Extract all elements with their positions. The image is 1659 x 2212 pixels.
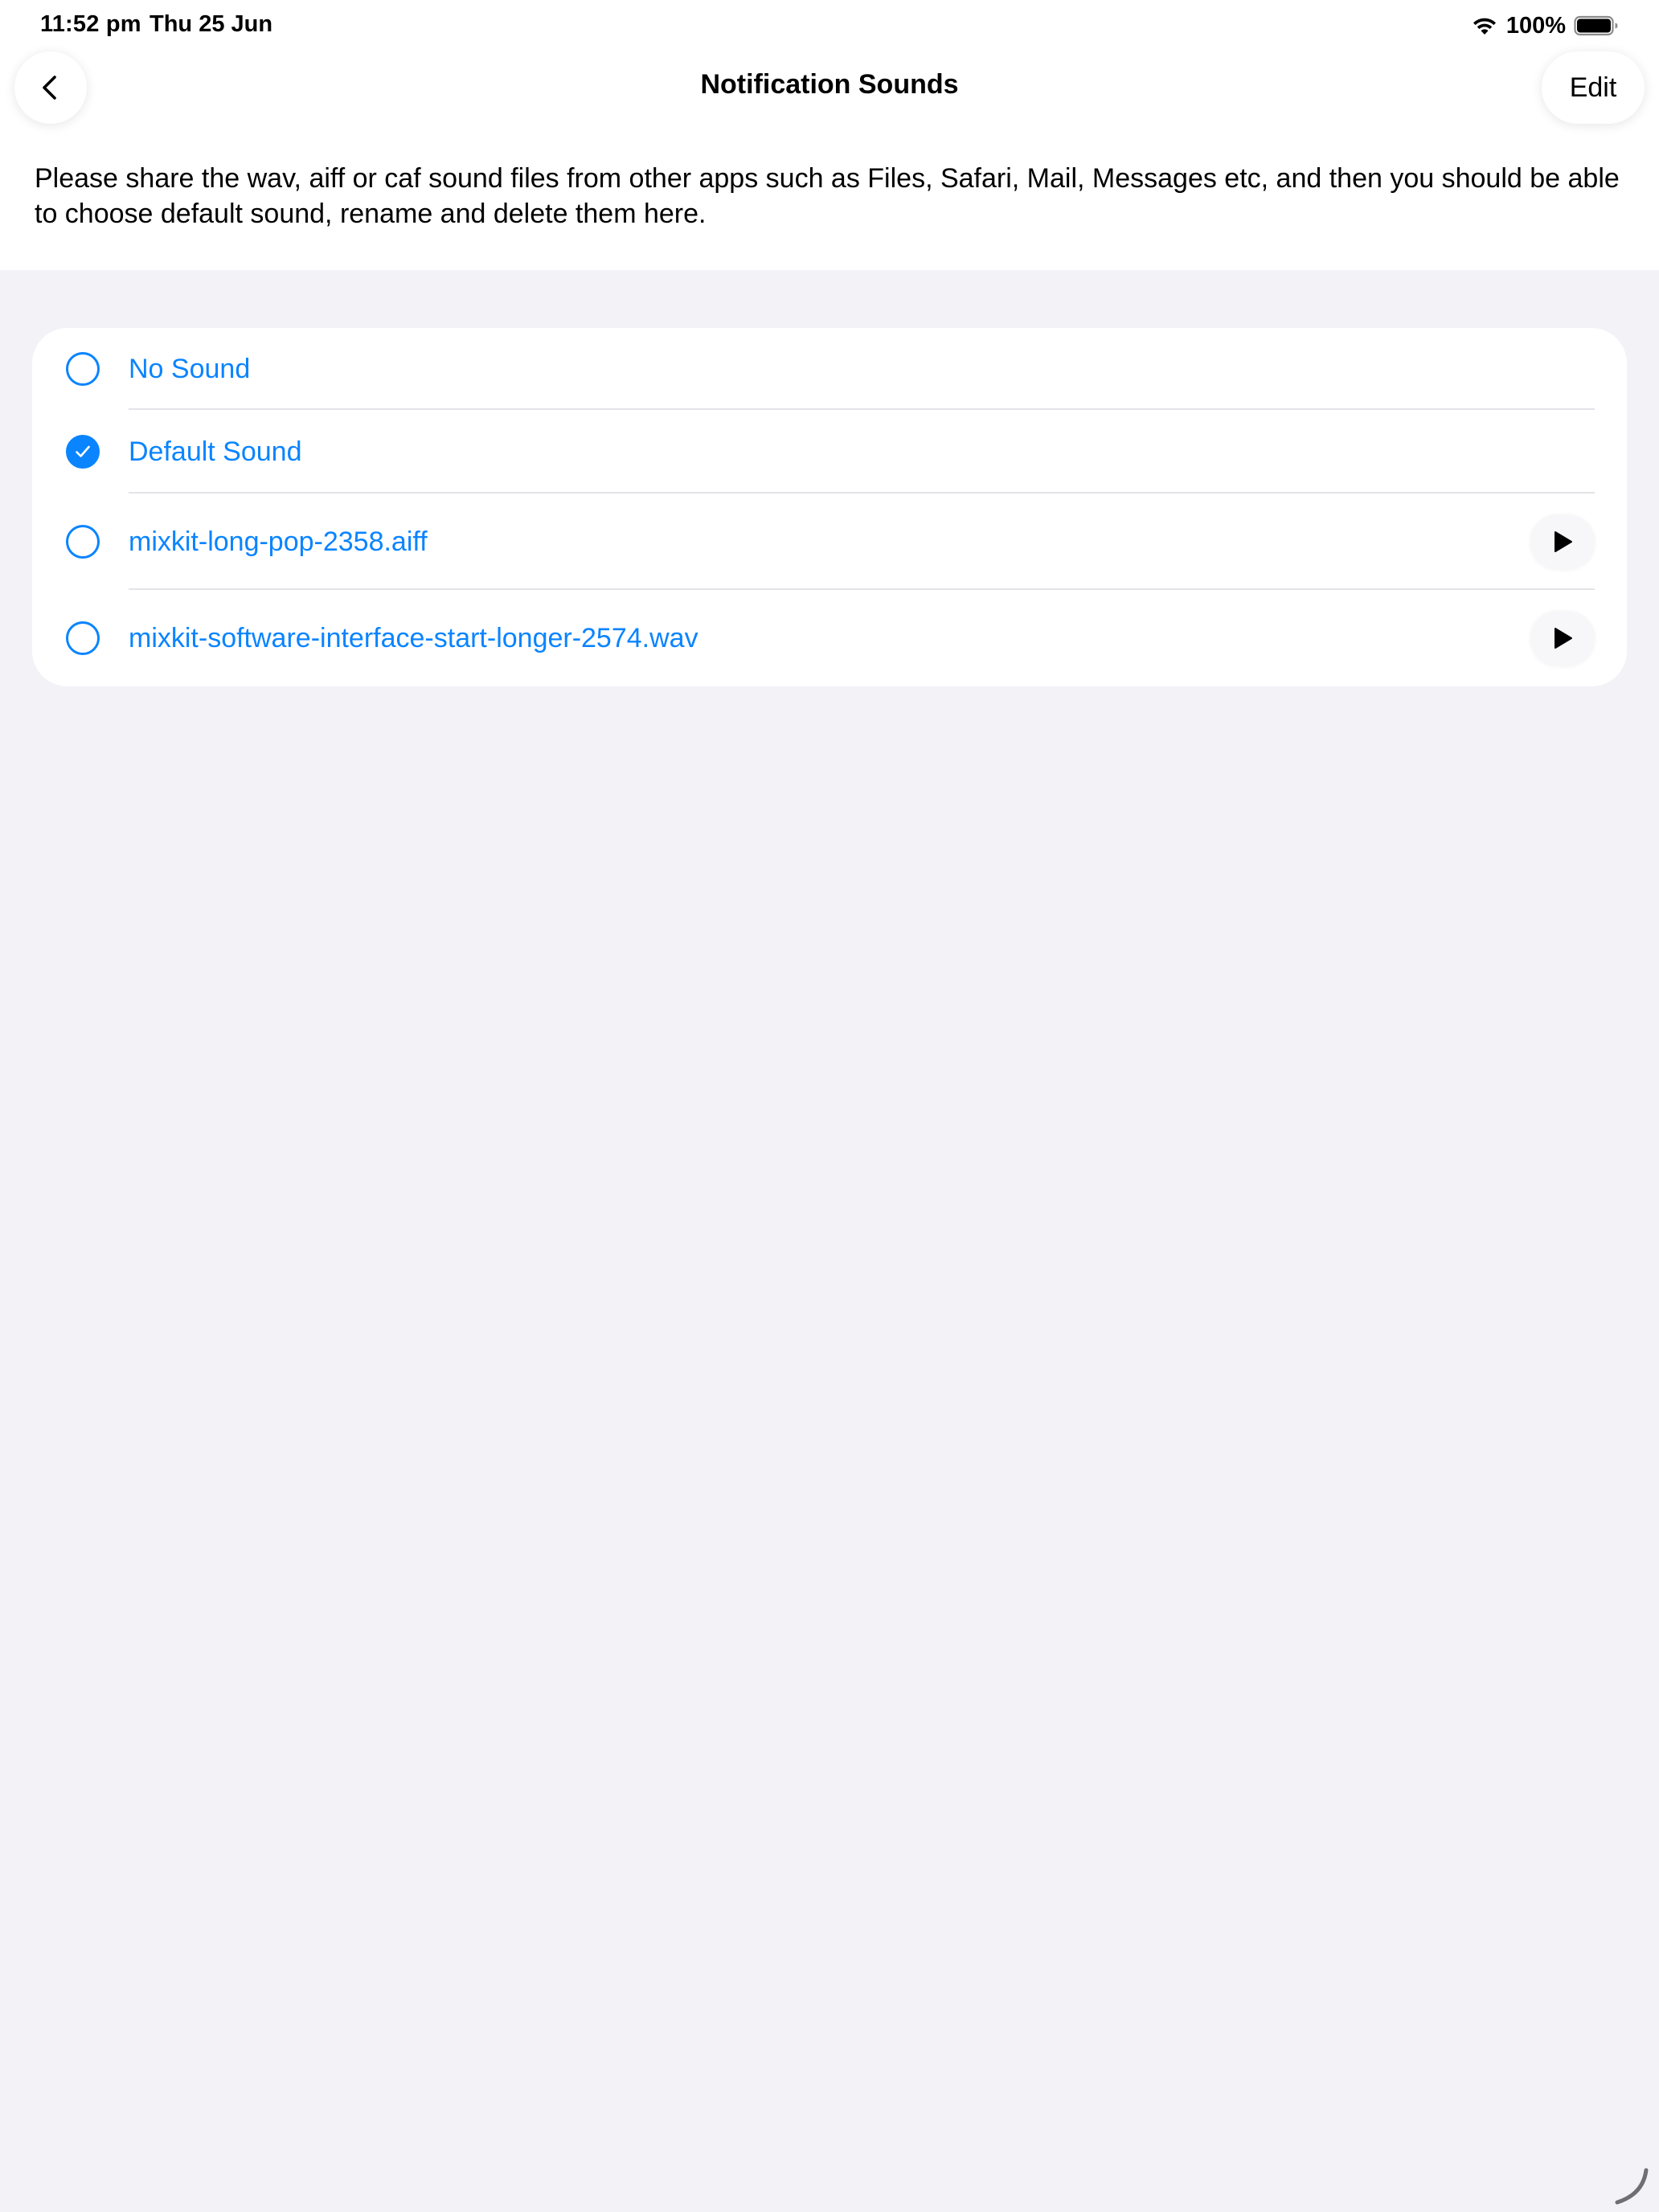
sound-option-software-interface[interactable]: mixkit-software-interface-start-longer-2… <box>32 590 1627 686</box>
header-area: 11:52 pm Thu 25 Jun 100% Notification So… <box>0 0 1659 270</box>
scroll-indicator-icon <box>1615 2168 1649 2205</box>
status-indicators: 100% <box>1471 10 1619 42</box>
sound-label: Default Sound <box>129 436 302 467</box>
wifi-icon <box>1473 18 1496 35</box>
sound-label: mixkit-long-pop-2358.aiff <box>129 526 428 557</box>
status-time: 11:52 pm <box>40 11 141 37</box>
battery-percent: 100% <box>1505 12 1566 39</box>
status-date: Thu 25 Jun <box>150 11 273 37</box>
sound-label: mixkit-software-interface-start-longer-2… <box>129 623 698 653</box>
sound-option-default-sound[interactable]: Default Sound <box>32 410 1627 494</box>
edit-button[interactable]: Edit <box>1542 51 1645 124</box>
play-button[interactable] <box>1530 611 1595 666</box>
sound-option-long-pop[interactable]: mixkit-long-pop-2358.aiff <box>32 494 1627 590</box>
play-icon <box>1555 531 1572 552</box>
radio-unchecked-icon[interactable] <box>66 525 100 559</box>
instructions-text: Please share the wav, aiff or caf sound … <box>35 163 1620 229</box>
radio-unchecked-icon[interactable] <box>66 621 100 655</box>
navigation-bar: Notification Sounds Edit <box>0 48 1659 125</box>
radio-unchecked-icon[interactable] <box>66 352 100 386</box>
page-title: Notification Sounds <box>700 69 959 100</box>
status-bar: 11:52 pm Thu 25 Jun 100% <box>0 0 1659 51</box>
checkmark-circle-icon[interactable] <box>66 435 100 469</box>
sound-label: No Sound <box>129 354 251 384</box>
checkmark-icon <box>76 445 90 457</box>
play-button[interactable] <box>1530 514 1595 569</box>
play-icon <box>1555 628 1572 649</box>
sound-list: No Sound Default Sound mixkit-long-pop-2… <box>32 328 1627 686</box>
sound-option-no-sound[interactable]: No Sound <box>32 328 1627 410</box>
battery-icon <box>1574 15 1618 36</box>
